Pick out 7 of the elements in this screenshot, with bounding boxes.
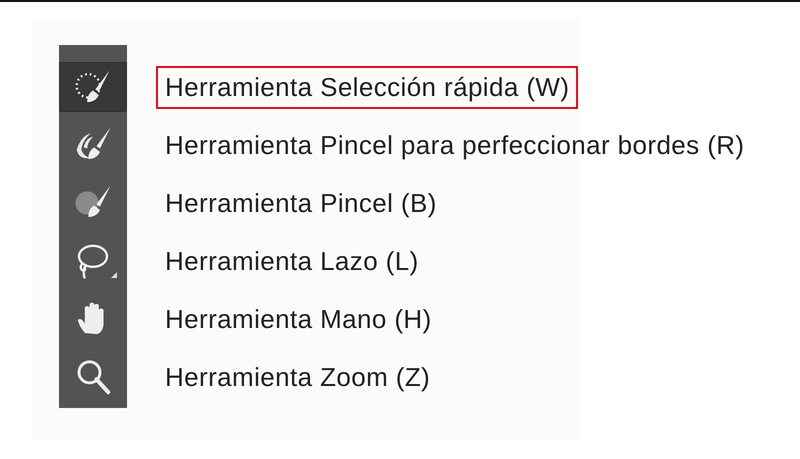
tool-label: Herramienta Selección rápida (W) <box>156 66 578 108</box>
tool-label: Herramienta Pincel para perfeccionar bordes (R) <box>164 128 746 162</box>
tool-label: Herramienta Pincel (B) <box>164 186 438 220</box>
tool-button[interactable] <box>59 62 127 112</box>
tool-label: Herramienta Zoom (Z) <box>164 360 432 394</box>
tool-label: Herramienta Lazo (L) <box>164 244 420 278</box>
tool-label: Herramienta Mano (H) <box>164 302 433 336</box>
